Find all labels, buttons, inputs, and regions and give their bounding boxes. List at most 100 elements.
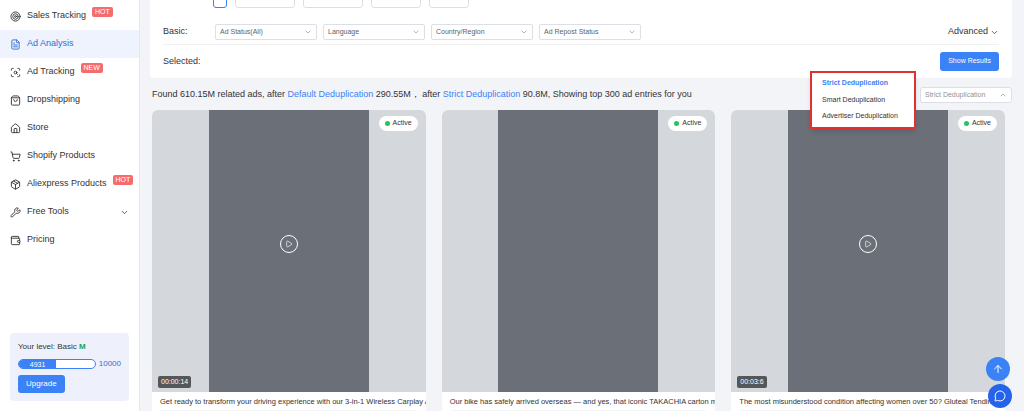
sidebar-nav: Sales TrackingHOT Ad Analysis Ad Tracking N…	[0, 2, 139, 254]
play-button[interactable]	[280, 235, 298, 253]
play-icon	[864, 240, 872, 248]
ad-grid: Active 00:00:14 Get ready to transform you…	[150, 110, 1012, 411]
filter-tab[interactable]	[213, 0, 227, 8]
chevron-down-icon	[990, 28, 999, 37]
upgrade-button[interactable]: Upgrade	[18, 375, 65, 393]
chat-button[interactable]	[988, 384, 1012, 408]
summary-link[interactable]: Strict Deduplication	[443, 89, 521, 99]
filter-tab[interactable]	[235, 0, 295, 8]
sidebar-item[interactable]: Store	[0, 114, 139, 142]
ad-stats	[739, 410, 997, 411]
menu-icon	[10, 179, 21, 190]
ad-media[interactable]: Active	[442, 110, 716, 392]
dedup-select-wrapper: Strict DeduplicationStrict Deduplication…	[920, 87, 1012, 103]
menu-icon	[10, 39, 21, 50]
summary-row: Found 610.15M related ads, after Default…	[150, 86, 1012, 104]
status-badge: Active	[379, 116, 418, 131]
badge: NEW	[81, 63, 103, 73]
menu-icon	[10, 67, 21, 78]
ad-media[interactable]: Active 00:00:14	[152, 110, 426, 392]
level-card: Your level: Basic M 4931 10000 Upgrade	[10, 333, 129, 401]
sidebar-item[interactable]: Free Tools	[0, 198, 139, 226]
basic-row: Basic:Ad Status(All) Language Country/Regi…	[163, 20, 999, 44]
status-dot	[674, 121, 679, 126]
filter-tab[interactable]	[429, 0, 469, 8]
dedup-option[interactable]: Advertiser Deduplication	[812, 108, 914, 125]
summary-text: Found 610.15M related ads, after Default…	[152, 88, 692, 102]
sidebar-label: Ad Tracking	[27, 65, 75, 79]
menu-icon	[10, 151, 21, 162]
selected-label: Selected:	[163, 55, 201, 69]
filter-select[interactable]: Ad Repost Status	[539, 24, 641, 40]
ad-media-frame	[498, 110, 658, 392]
chevron-up-icon	[999, 91, 1007, 99]
filter-tab[interactable]	[303, 0, 363, 8]
ad-media[interactable]: Active 00:03:6	[731, 110, 1005, 392]
menu-icon	[10, 95, 21, 106]
show-results-button[interactable]: Show Results	[940, 52, 999, 71]
status-badge: Active	[958, 116, 997, 131]
dedup-menu: Strict DeduplicationSmart DeduplicationA…	[810, 71, 916, 129]
sidebar-label: Dropshipping	[27, 93, 80, 107]
sidebar-item[interactable]: Sales TrackingHOT	[0, 2, 139, 30]
status-badge: Active	[668, 116, 707, 131]
level-progress-fill: 4931	[19, 360, 56, 368]
chevron-down-icon	[120, 208, 129, 217]
ad-card[interactable]: ActiveOur bike has safely arrived overse…	[442, 110, 716, 411]
level-progress: 4931	[18, 359, 96, 369]
sidebar-label: Ad Analysis	[27, 37, 74, 51]
advanced-toggle[interactable]: Advanced	[948, 25, 999, 39]
filter-tabs	[163, 0, 999, 8]
duration: 00:00:14	[158, 376, 191, 389]
dedup-option[interactable]: Smart Deduplication	[812, 92, 914, 109]
ad-caption: Get ready to transform your driving expe…	[152, 392, 426, 410]
ad-media-frame	[788, 110, 948, 392]
badge: HOT	[92, 7, 113, 17]
sidebar-label: Free Tools	[27, 205, 69, 219]
arrow-up-icon	[992, 363, 1004, 375]
chevron-down-icon	[304, 28, 312, 36]
dedup-select[interactable]: Strict Deduplication	[920, 87, 1012, 103]
sidebar-item[interactable]: Shopify Products	[0, 142, 139, 170]
play-icon	[285, 240, 293, 248]
filter-select[interactable]: Language	[323, 24, 425, 40]
menu-icon	[10, 207, 21, 218]
sidebar-item[interactable]: Pricing	[0, 226, 139, 254]
chevron-down-icon	[628, 28, 636, 36]
filter-select[interactable]: Country/Region	[431, 24, 533, 40]
ad-caption: The most misunderstood condition affecti…	[731, 392, 1005, 410]
chevron-down-icon	[520, 28, 528, 36]
sidebar-item[interactable]: Dropshipping	[0, 86, 139, 114]
chat-icon	[994, 390, 1006, 402]
sidebar-item[interactable]: Ad Analysis	[0, 30, 139, 58]
menu-icon	[10, 123, 21, 134]
sidebar-label: Pricing	[27, 233, 55, 247]
sidebar-label: Store	[27, 121, 49, 135]
sidebar-item[interactable]: Aliexpress ProductsHOT	[0, 170, 139, 198]
app: Sales TrackingHOT Ad Analysis Ad Tracking N…	[0, 0, 1024, 411]
ad-stats	[450, 410, 708, 411]
play-button[interactable]	[859, 235, 877, 253]
ad-stats	[160, 410, 418, 411]
chevron-down-icon	[412, 28, 420, 36]
sidebar-label: Aliexpress Products	[27, 177, 107, 191]
ad-media-frame	[209, 110, 369, 392]
status-dot	[964, 121, 969, 126]
filter-panel: Basic:Ad Status(All) Language Country/Regi…	[150, 0, 1012, 78]
menu-icon	[10, 11, 21, 22]
menu-icon	[10, 235, 21, 246]
dedup-option[interactable]: Strict Deduplication	[812, 75, 914, 92]
filter-select[interactable]: Ad Status(All)	[215, 24, 317, 40]
ad-card[interactable]: Active 00:00:14 Get ready to transform you…	[152, 110, 426, 411]
summary-link[interactable]: Default Deduplication	[288, 89, 374, 99]
sidebar-item[interactable]: Ad Tracking NEW	[0, 58, 139, 86]
sidebar: Sales TrackingHOT Ad Analysis Ad Tracking N…	[0, 0, 140, 411]
basic-label: Basic:	[163, 25, 215, 39]
scroll-top-button[interactable]	[986, 357, 1010, 381]
duration: 00:03:6	[737, 376, 766, 389]
status-dot	[385, 121, 390, 126]
ad-card[interactable]: Active 00:03:6 The most misunderstood cond…	[731, 110, 1005, 411]
level-max: 10000	[99, 358, 121, 370]
level-label: Your level: Basic M	[18, 341, 121, 353]
filter-tab[interactable]	[371, 0, 421, 8]
